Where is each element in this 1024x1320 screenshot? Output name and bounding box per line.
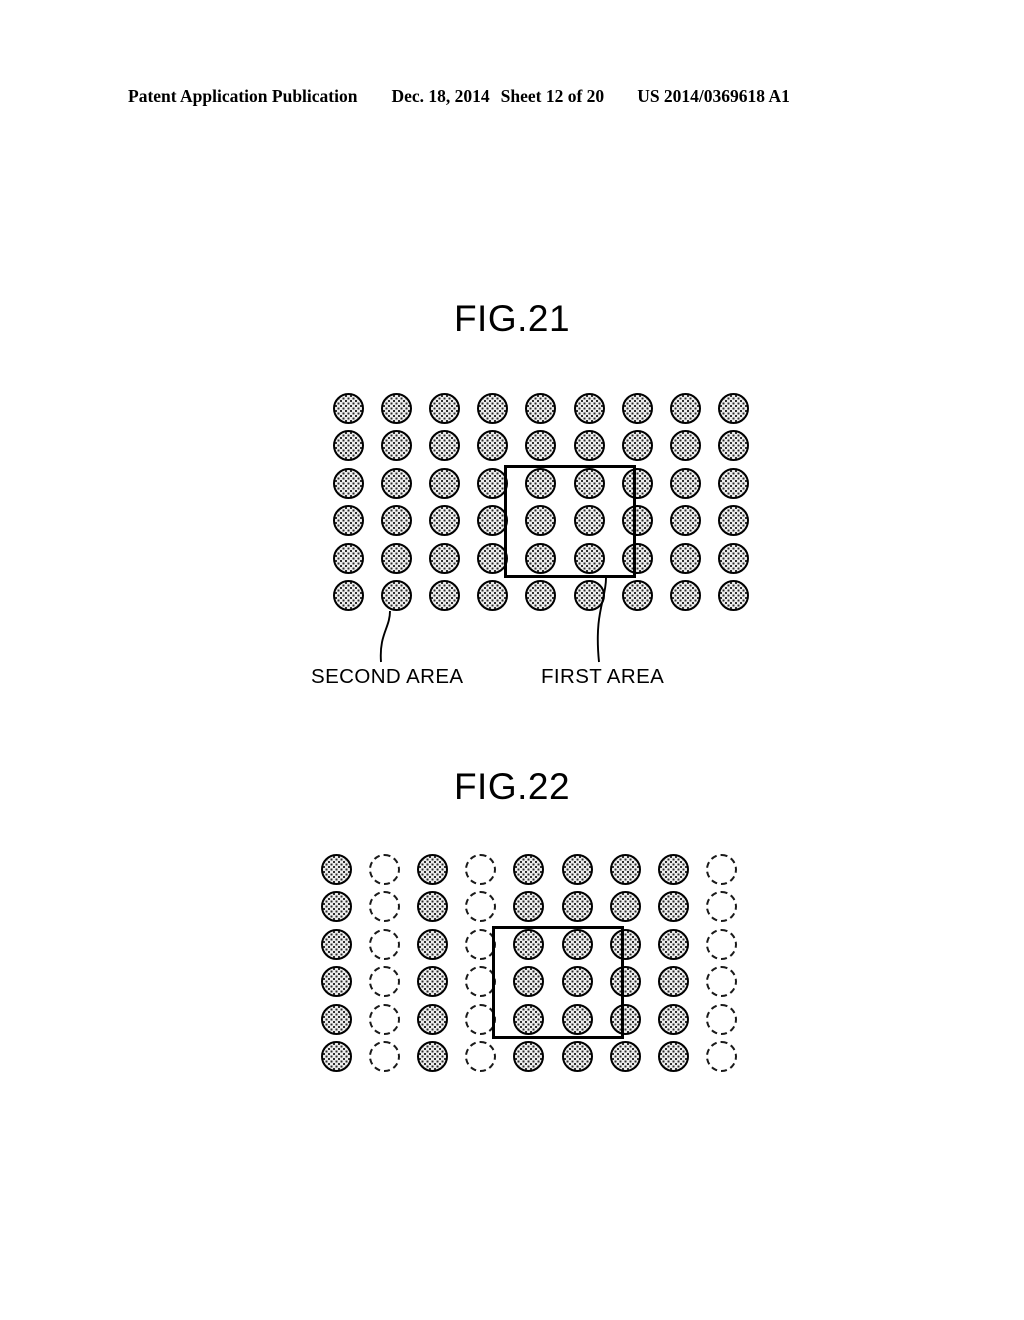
dot-cell	[369, 854, 401, 885]
dot-cell	[369, 928, 401, 960]
dot-cell	[321, 854, 352, 885]
dot-cell	[417, 854, 449, 885]
dot-cell	[465, 891, 497, 923]
dot-cell	[657, 966, 689, 998]
dot-cell	[321, 891, 352, 923]
dot-cell	[705, 928, 737, 960]
dot-cell	[513, 854, 545, 885]
dot-cell	[657, 891, 689, 923]
dot-cell	[417, 1041, 449, 1072]
dot-cell	[321, 928, 352, 960]
dot-cell	[705, 1041, 737, 1072]
dot-cell	[561, 891, 593, 923]
dot-cell	[705, 1003, 737, 1035]
dot-cell	[705, 891, 737, 923]
dot-cell	[609, 891, 641, 923]
dot-cell	[705, 966, 737, 998]
dot-cell	[561, 1041, 593, 1072]
dot-cell	[465, 854, 497, 885]
dot-cell	[513, 891, 545, 923]
dot-cell	[657, 854, 689, 885]
dot-cell	[417, 928, 449, 960]
dot-cell	[657, 1041, 689, 1072]
dot-cell	[369, 1041, 401, 1072]
figure-22: FIG.22	[0, 0, 1024, 1120]
dot-cell	[705, 854, 737, 885]
dot-cell	[369, 891, 401, 923]
dot-cell	[609, 1041, 641, 1072]
dot-cell	[561, 854, 593, 885]
dot-cell	[417, 1003, 449, 1035]
dot-cell	[321, 1041, 352, 1072]
dot-cell	[417, 891, 449, 923]
dot-cell	[369, 1003, 401, 1035]
dot-cell	[321, 1003, 352, 1035]
dot-cell	[369, 966, 401, 998]
figure-22-title: FIG.22	[453, 766, 571, 807]
dot-cell	[609, 854, 641, 885]
figure-22-first-area-box	[492, 926, 624, 1039]
dot-cell	[657, 928, 689, 960]
dot-cell	[513, 1041, 545, 1072]
dot-cell	[417, 966, 449, 998]
dot-cell	[465, 1041, 497, 1072]
dot-cell	[657, 1003, 689, 1035]
dot-cell	[321, 966, 352, 998]
